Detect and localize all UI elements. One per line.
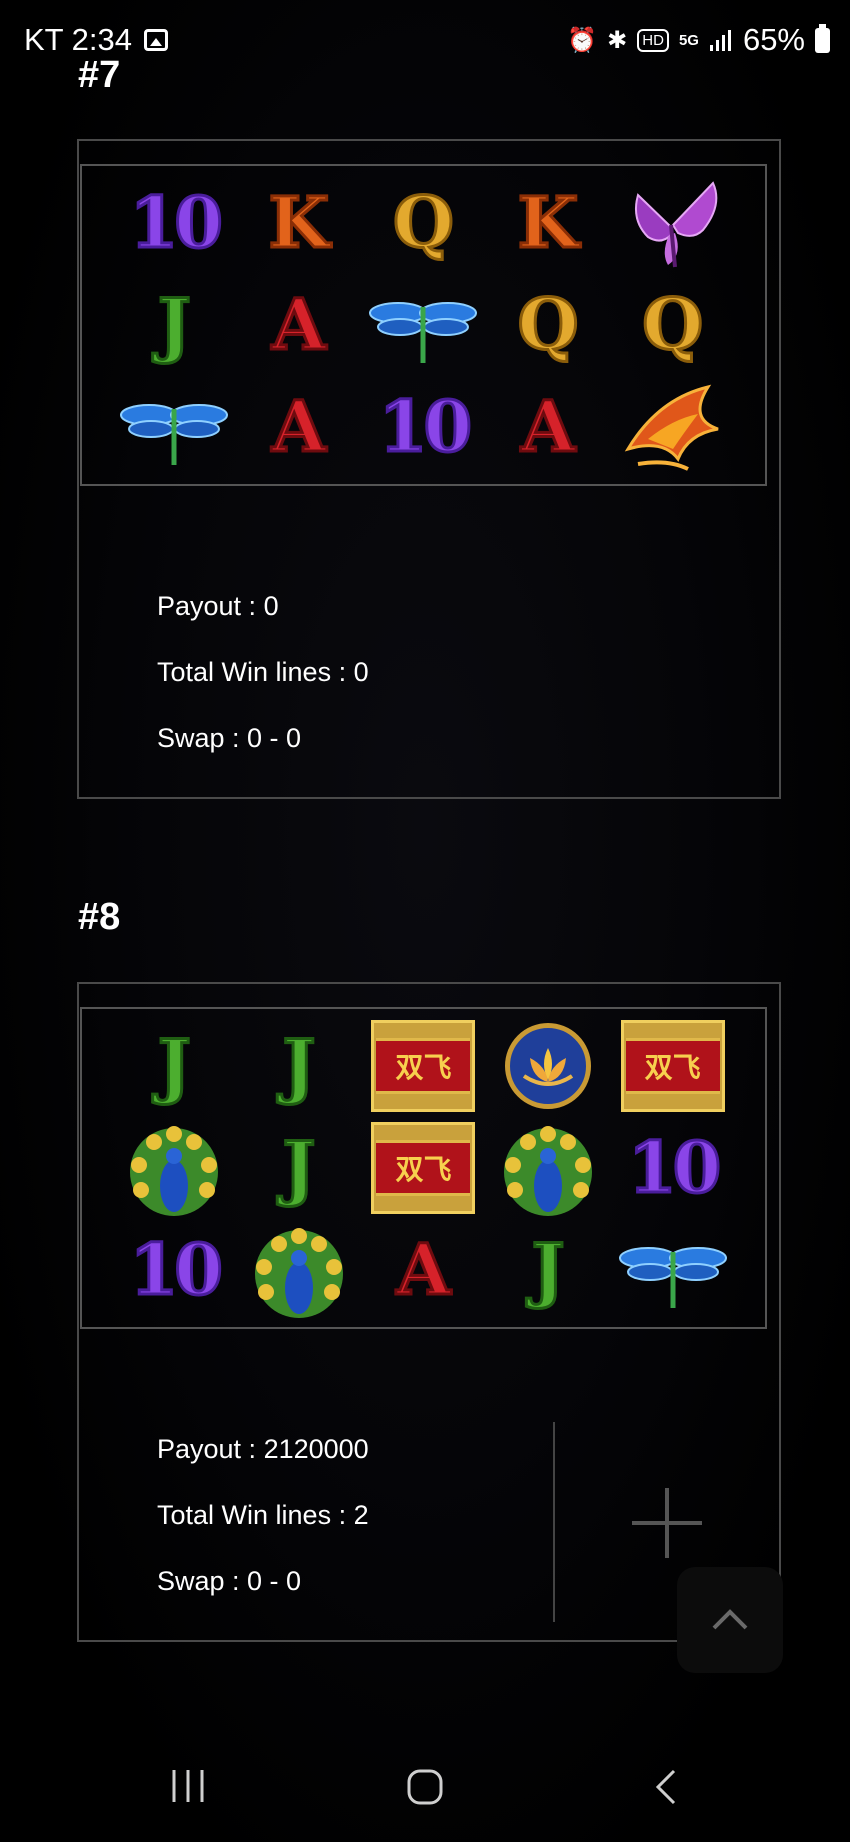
- symbol-a: A: [395, 1228, 452, 1311]
- symbol-10: 10: [128, 1228, 224, 1311]
- plus-icon[interactable]: [632, 1488, 702, 1558]
- symbol-j: J: [156, 283, 192, 366]
- carrier-time: KT 2:34: [24, 22, 133, 57]
- battery-percent: 65%: [742, 22, 805, 57]
- 5g-icon: 5G: [678, 31, 699, 49]
- swap-text: Swap : 0 - 0: [157, 723, 302, 753]
- reel-cell: [610, 1219, 735, 1321]
- reel-cell: J: [237, 1117, 362, 1219]
- reel-cell: [486, 1117, 611, 1219]
- symbol-j: J: [156, 1024, 192, 1107]
- symbol-q: Q: [641, 283, 705, 366]
- reel-cell: Q: [361, 172, 486, 274]
- reel-cell: [361, 274, 486, 376]
- spin-card: 10 K Q K J A Q Q A 10 A Payout: 0 Total…: [77, 139, 781, 799]
- reel-cell: [112, 1117, 237, 1219]
- scroll-top-button[interactable]: [677, 1567, 783, 1673]
- symbol-j: J: [281, 1024, 317, 1107]
- gold-tile-icon: 双飞: [620, 1020, 725, 1112]
- symbol-j: J: [530, 1228, 566, 1311]
- reel-cell: Q: [610, 274, 735, 376]
- spin-info: Payout : 0 Total Win lines : 0 Swap : 0 …: [157, 573, 369, 771]
- reel-cell: 双飞: [610, 1015, 735, 1117]
- gold-tile-icon: 双飞: [371, 1020, 476, 1112]
- battery-icon: [815, 23, 830, 53]
- symbol-q: Q: [516, 283, 580, 366]
- reel-cell: 双飞: [361, 1015, 486, 1117]
- symbol-a: A: [519, 385, 576, 468]
- reel-cell: [486, 1015, 611, 1117]
- reel-cell: A: [237, 274, 362, 376]
- gallery-icon: [144, 29, 169, 51]
- peacock-icon: [254, 1228, 343, 1318]
- reel-cell: 10: [610, 1117, 735, 1219]
- spin-label: #8: [78, 896, 121, 938]
- reel-cell: J: [237, 1015, 362, 1117]
- alarm-icon: ⏰: [567, 26, 598, 54]
- dragonfly-icon: [120, 404, 229, 465]
- spin-label: #7: [78, 54, 121, 96]
- status-bar: KT 2:34 ⏰ ✱ HD 5G 65%: [0, 0, 850, 80]
- hd-voice-icon: HD: [637, 28, 669, 52]
- reel-cell: 10: [112, 172, 237, 274]
- gold-tile-text: 双飞: [625, 1038, 720, 1094]
- lotus-icon: [505, 1023, 592, 1109]
- gold-tile-icon: 双飞: [371, 1122, 476, 1214]
- symbol-10: 10: [626, 1126, 722, 1209]
- symbol-a: A: [270, 385, 327, 468]
- reel-cell: A: [237, 376, 362, 478]
- spin-card: J J 双飞 双飞 J 双飞 10 10 A J Payout: 212000…: [77, 982, 781, 1642]
- payout-text: Payout : 2120000: [157, 1434, 369, 1464]
- reel-cell: J: [486, 1219, 611, 1321]
- peacock-icon: [130, 1126, 219, 1216]
- reel-cell: 双飞: [361, 1117, 486, 1219]
- bluetooth-icon: ✱: [607, 26, 628, 54]
- reel-cell: J: [112, 274, 237, 376]
- gold-tile-text: 双飞: [376, 1140, 471, 1196]
- spin-info: Payout : 2120000 Total Win lines : 2 Swa…: [157, 1416, 369, 1614]
- symbol-10: 10: [377, 385, 473, 468]
- back-icon[interactable]: [652, 1768, 678, 1806]
- symbol-k: K: [267, 181, 331, 264]
- butterfly-icon: [634, 181, 717, 268]
- gold-tile-text: 双飞: [376, 1038, 471, 1094]
- payout-text: Payout : 0: [157, 591, 279, 621]
- chevron-up-icon: [712, 1609, 748, 1630]
- dragonfly-icon: [618, 1247, 727, 1308]
- reel-cell: Q: [486, 274, 611, 376]
- recents-icon[interactable]: [170, 1768, 206, 1804]
- symbol-q: Q: [392, 181, 456, 264]
- reel-cell: K: [237, 172, 362, 274]
- reel-grid: J J 双飞 双飞 J 双飞 10 10 A J: [80, 1007, 767, 1329]
- reel-cell: [610, 172, 735, 274]
- reel-cell: 10: [112, 1219, 237, 1321]
- home-icon[interactable]: [406, 1768, 444, 1806]
- symbol-10: 10: [128, 181, 224, 264]
- signal-icon: [709, 30, 731, 51]
- reel-cell: A: [361, 1219, 486, 1321]
- win-lines-text: Total Win lines : 0: [157, 657, 369, 687]
- symbol-a: A: [270, 283, 327, 366]
- reel-grid: 10 K Q K J A Q Q A 10 A: [80, 164, 767, 486]
- reel-cell: K: [486, 172, 611, 274]
- reel-cell: 10: [361, 376, 486, 478]
- dragonfly-icon: [369, 302, 478, 363]
- reel-cell: J: [112, 1015, 237, 1117]
- info-divider: [553, 1422, 555, 1622]
- reel-cell: [237, 1219, 362, 1321]
- swap-text: Swap : 0 - 0: [157, 1566, 302, 1596]
- reel-cell: [112, 376, 237, 478]
- navigation-bar: [0, 1738, 850, 1842]
- reel-cell: A: [486, 376, 611, 478]
- win-lines-text: Total Win lines : 2: [157, 1500, 369, 1530]
- symbol-k: K: [516, 181, 580, 264]
- symbol-j: J: [281, 1126, 317, 1209]
- peacock-icon: [504, 1126, 593, 1216]
- reel-cell: [610, 376, 735, 478]
- phoenix-icon: [624, 384, 719, 471]
